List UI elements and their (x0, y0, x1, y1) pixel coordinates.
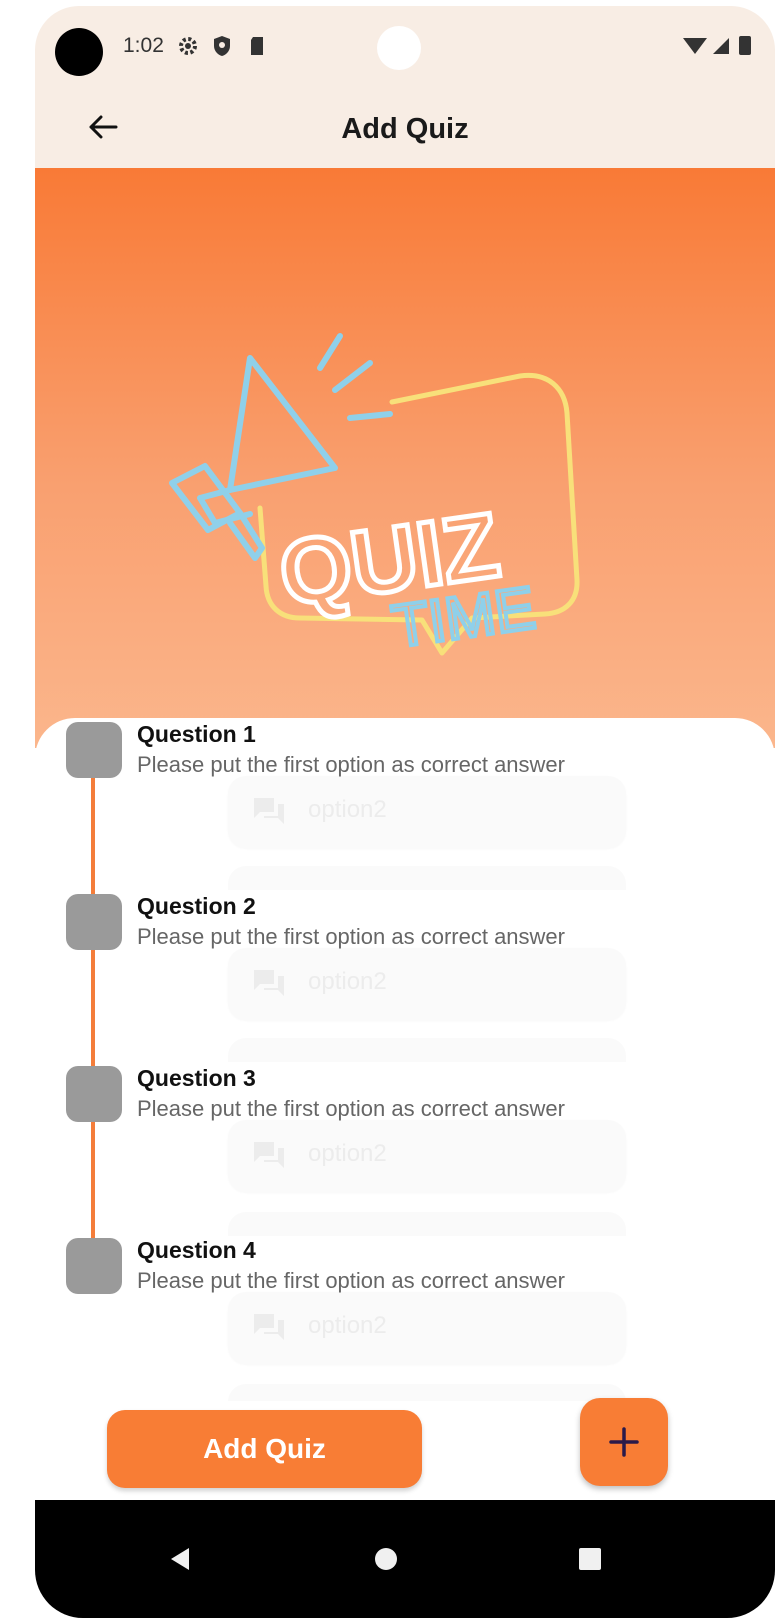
question-title[interactable]: Question 3 (137, 1065, 256, 1092)
option-card-edge (228, 1212, 626, 1236)
chat-icon (254, 798, 284, 824)
option-card[interactable]: option2 (228, 1292, 626, 1364)
question-subtitle: Please put the first option as correct a… (137, 752, 565, 777)
option-label: option2 (308, 1312, 387, 1339)
question-subtitle: Please put the first option as correct a… (137, 924, 565, 949)
question-title[interactable]: Question 2 (137, 893, 256, 920)
option-card[interactable]: option2 (228, 1120, 626, 1192)
chat-icon (254, 1314, 284, 1340)
timeline-connector (91, 778, 95, 898)
signal-battery-icons (683, 36, 751, 55)
app-bar: Add Quiz (35, 91, 775, 168)
nav-back-icon[interactable] (165, 1544, 195, 1574)
chat-icon (254, 1142, 284, 1168)
phone-screen: 1:02 Add Quiz QUIZ TIME option2 option2 … (35, 6, 775, 1618)
add-question-fab[interactable] (580, 1398, 668, 1486)
option-label: option2 (308, 968, 387, 995)
page-title: Add Quiz (341, 113, 469, 145)
quiz-time-illustration: QUIZ TIME (169, 333, 580, 662)
option-card-edge (228, 866, 626, 890)
shield-icon (214, 36, 230, 56)
system-nav-bar (35, 1500, 775, 1618)
question-title[interactable]: Question 1 (137, 721, 256, 748)
step-indicator[interactable] (66, 1066, 122, 1122)
status-time: 1:02 (123, 34, 164, 57)
step-indicator[interactable] (66, 722, 122, 778)
hero-banner: QUIZ TIME (35, 168, 775, 748)
step-indicator[interactable] (66, 1238, 122, 1294)
step-indicator[interactable] (66, 894, 122, 950)
timeline-connector (91, 1122, 95, 1244)
option-label: option2 (308, 796, 387, 823)
chat-icon (254, 970, 284, 996)
front-sensor (377, 26, 421, 70)
question-title[interactable]: Question 4 (137, 1237, 256, 1264)
question-subtitle: Please put the first option as correct a… (137, 1096, 565, 1121)
sd-card-icon (251, 37, 263, 55)
status-bar: 1:02 (35, 6, 775, 91)
nav-home-icon[interactable] (371, 1544, 401, 1574)
add-quiz-button[interactable]: Add Quiz (107, 1410, 422, 1488)
settings-icon (179, 37, 197, 55)
question-subtitle: Please put the first option as correct a… (137, 1268, 565, 1293)
plus-icon (609, 1427, 639, 1457)
option-card[interactable]: option2 (228, 776, 626, 848)
option-label: option2 (308, 1140, 387, 1167)
camera-cutout (55, 28, 103, 76)
option-card[interactable]: option2 (228, 948, 626, 1020)
option-card-edge (228, 1038, 626, 1062)
nav-recents-icon[interactable] (575, 1544, 605, 1574)
timeline-connector (91, 950, 95, 1070)
